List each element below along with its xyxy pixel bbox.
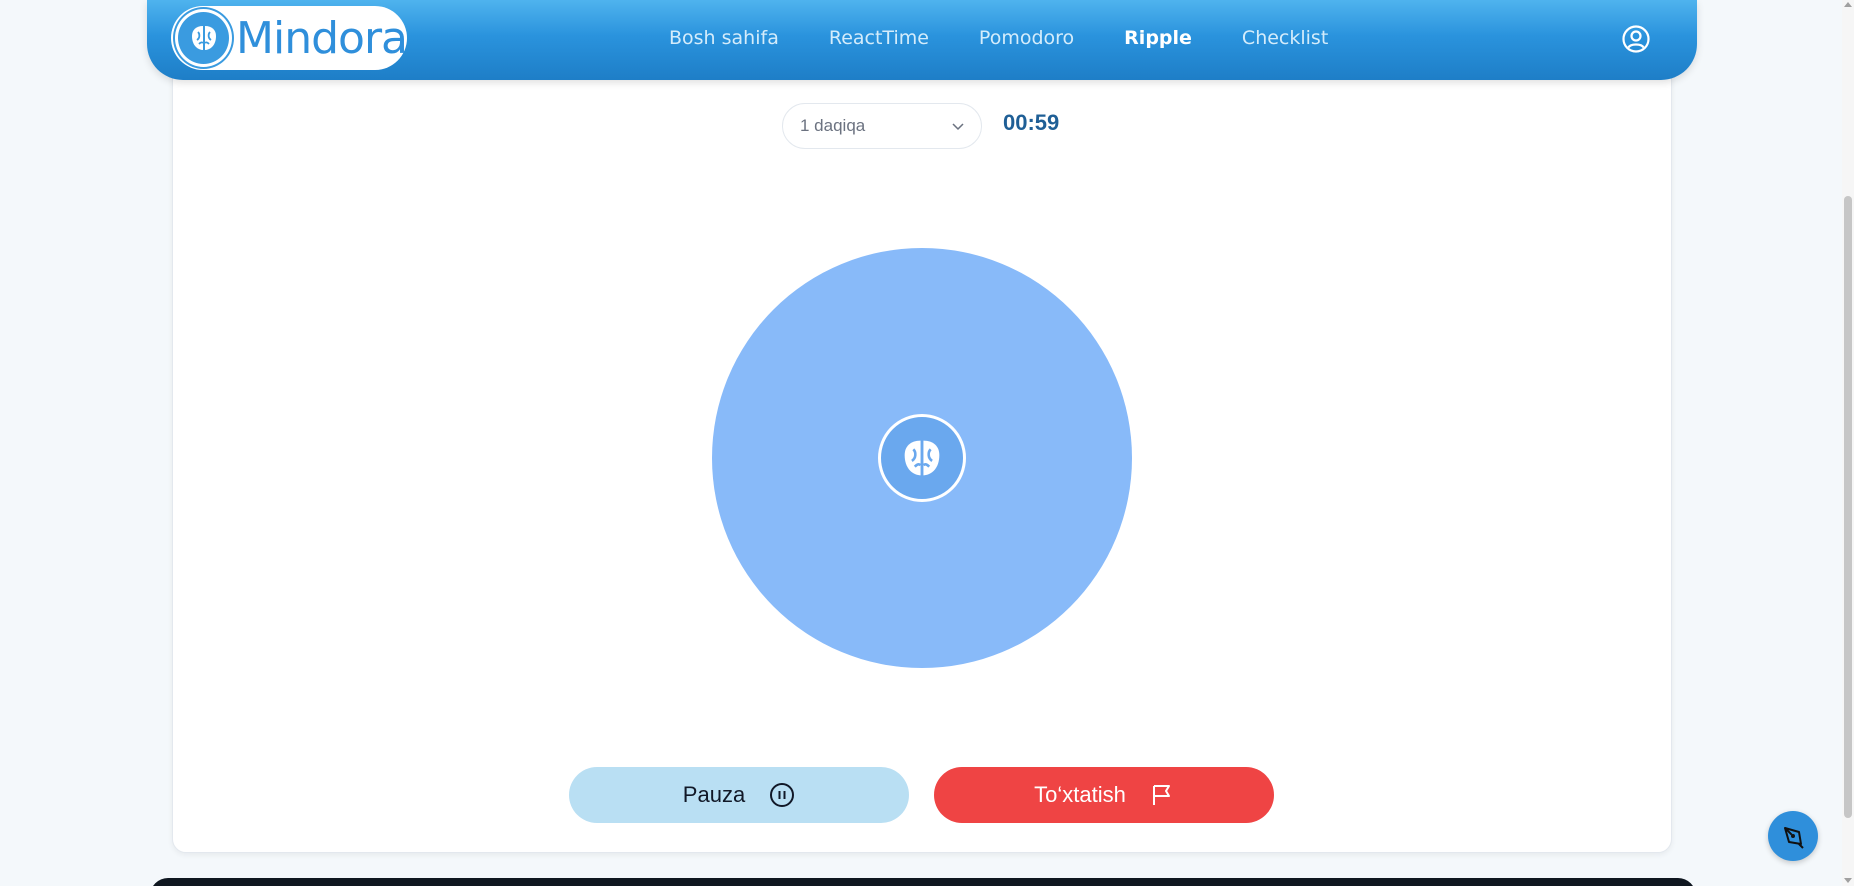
- nav-item-checklist[interactable]: Checklist: [1242, 27, 1328, 49]
- flag-icon: [1152, 785, 1170, 805]
- brain-logo-icon: [175, 9, 233, 67]
- brain-logo-icon: [878, 414, 966, 502]
- scrollbar[interactable]: [1842, 0, 1854, 886]
- pause-button-label: Pauza: [682, 782, 746, 807]
- main-nav: Bosh sahifa ReactTime Pomodoro Ripple Ch…: [669, 0, 1378, 76]
- footer-bar: [150, 878, 1696, 886]
- duration-value: 1 daqiqa: [800, 116, 866, 135]
- nav-item-pomodoro[interactable]: Pomodoro: [979, 27, 1074, 49]
- scrollbar-thumb[interactable]: [1844, 196, 1852, 818]
- pen-tool-icon: [1784, 827, 1804, 849]
- stop-button[interactable]: To‘xtatish: [934, 767, 1274, 823]
- scroll-up-icon[interactable]: [1844, 2, 1852, 7]
- top-header: Mindora Bosh sahifa ReactTime Pomodoro R…: [147, 0, 1697, 80]
- nav-item-ripple[interactable]: Ripple: [1124, 27, 1192, 49]
- user-circle-icon[interactable]: [1621, 24, 1651, 54]
- pause-circle-icon: [770, 783, 795, 807]
- chevron-down-icon: [951, 118, 965, 138]
- stop-button-label: To‘xtatish: [1034, 782, 1126, 807]
- nav-item-reacttime[interactable]: ReactTime: [829, 27, 929, 49]
- countdown-timer: 00:59: [1003, 110, 1060, 135]
- page: Mindora Bosh sahifa ReactTime Pomodoro R…: [0, 0, 1854, 886]
- nav-item-bosh-sahifa[interactable]: Bosh sahifa: [669, 27, 779, 49]
- logo-text: Mindora: [236, 12, 408, 64]
- scroll-down-icon[interactable]: [1844, 878, 1852, 883]
- duration-select[interactable]: 1 daqiqa: [782, 103, 982, 149]
- pen-tool-button[interactable]: [1768, 811, 1818, 861]
- pause-button[interactable]: Pauza: [569, 767, 909, 823]
- logo[interactable]: Mindora: [171, 6, 408, 70]
